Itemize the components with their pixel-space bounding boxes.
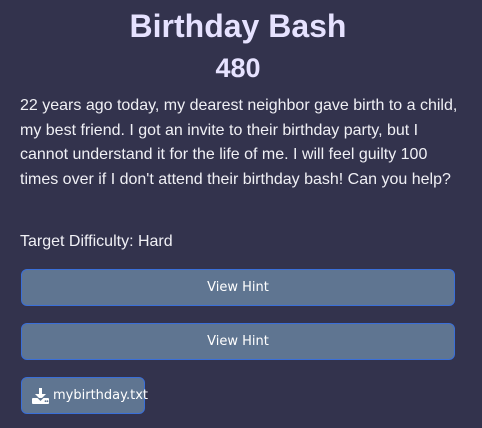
view-hint-button-1[interactable]: View Hint: [21, 269, 455, 306]
file-name: mybirthday.txt: [53, 388, 148, 403]
challenge-points: 480: [215, 53, 261, 83]
challenge-difficulty: Target Difficulty: Hard: [20, 233, 173, 250]
challenge-description: 22 years ago today, my dearest neighbor …: [20, 97, 458, 188]
file-download-button[interactable]: mybirthday.txt: [21, 377, 148, 414]
download-icon: [32, 387, 49, 404]
view-hint-button-2[interactable]: View Hint: [21, 323, 455, 360]
challenge-title: Birthday Bash: [129, 8, 347, 44]
